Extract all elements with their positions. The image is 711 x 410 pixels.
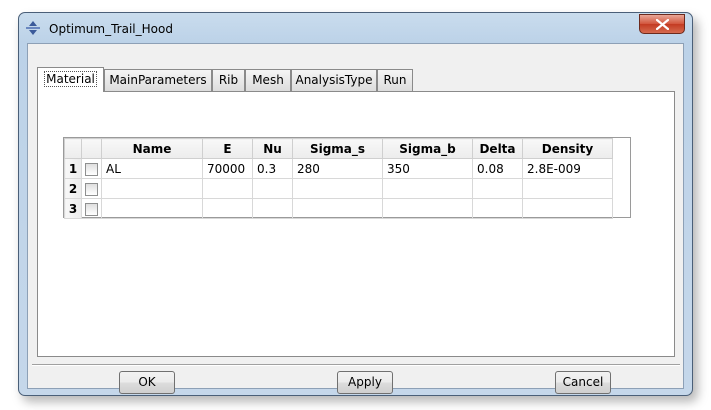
cell-delta[interactable]	[472, 198, 523, 219]
row-checkbox[interactable]	[85, 182, 98, 196]
app-icon	[26, 21, 40, 35]
cell-name[interactable]	[101, 178, 203, 199]
tab-mainparameters[interactable]: MainParameters	[104, 69, 212, 91]
cell-density[interactable]	[522, 198, 613, 219]
cell-density[interactable]	[522, 178, 613, 199]
cell-e[interactable]	[202, 198, 253, 219]
table-row: 2	[64, 178, 613, 199]
row-checkbox[interactable]	[85, 202, 98, 216]
tab-material[interactable]: Material	[37, 67, 104, 92]
close-button[interactable]	[639, 14, 685, 34]
header-delta[interactable]: Delta	[472, 138, 523, 159]
cell-nu[interactable]: 0.3	[252, 158, 293, 179]
cell-name[interactable]	[101, 198, 203, 219]
apply-button[interactable]: Apply	[337, 371, 393, 394]
cell-sigma-b[interactable]: 350	[382, 158, 473, 179]
row-number[interactable]: 2	[64, 178, 82, 199]
dialog-window: Optimum_Trail_Hood Material MainParamete…	[18, 12, 693, 396]
header-name[interactable]: Name	[101, 138, 203, 159]
cancel-button[interactable]: Cancel	[555, 371, 611, 394]
cell-delta[interactable]: 0.08	[472, 158, 523, 179]
title-bar[interactable]: Optimum_Trail_Hood	[19, 13, 692, 43]
cell-sigma-s[interactable]: 280	[292, 158, 383, 179]
tab-run[interactable]: Run	[377, 69, 413, 91]
ok-button[interactable]: OK	[119, 371, 175, 394]
row-number[interactable]: 1	[64, 158, 82, 179]
row-number[interactable]: 3	[64, 198, 82, 219]
cell-sigma-s[interactable]	[292, 178, 383, 199]
cell-delta[interactable]	[472, 178, 523, 199]
header-nu[interactable]: Nu	[252, 138, 293, 159]
cell-sigma-b[interactable]	[382, 198, 473, 219]
cell-sigma-b[interactable]	[382, 178, 473, 199]
material-table: Name E Nu Sigma_s Sigma_b Delta Density …	[63, 137, 631, 219]
cell-nu[interactable]	[252, 198, 293, 219]
row-checkbox[interactable]	[85, 162, 98, 176]
close-icon	[656, 19, 669, 30]
table-row: 1 AL 70000 0.3 280 350 0.08 2.8E-009	[64, 158, 613, 179]
header-check	[81, 138, 102, 159]
tab-rib[interactable]: Rib	[212, 69, 245, 91]
cell-sigma-s[interactable]	[292, 198, 383, 219]
header-sigma-s[interactable]: Sigma_s	[292, 138, 383, 159]
cell-name[interactable]: AL	[101, 158, 203, 179]
dialog-body: Material MainParameters Rib Mesh Analysi…	[27, 43, 684, 394]
cell-nu[interactable]	[252, 178, 293, 199]
tab-mesh[interactable]: Mesh	[245, 69, 291, 91]
material-panel	[37, 91, 675, 357]
table-header-row: Name E Nu Sigma_s Sigma_b Delta Density	[64, 138, 613, 159]
tab-analysistype[interactable]: AnalysisType	[291, 69, 377, 91]
table-row: 3	[64, 198, 613, 219]
cell-density[interactable]: 2.8E-009	[522, 158, 613, 179]
header-sigma-b[interactable]: Sigma_b	[382, 138, 473, 159]
divider	[32, 364, 680, 366]
cell-e[interactable]	[202, 178, 253, 199]
window-title: Optimum_Trail_Hood	[49, 22, 173, 36]
header-density[interactable]: Density	[522, 138, 613, 159]
header-corner	[64, 138, 82, 159]
header-e[interactable]: E	[202, 138, 253, 159]
cell-e[interactable]: 70000	[202, 158, 253, 179]
